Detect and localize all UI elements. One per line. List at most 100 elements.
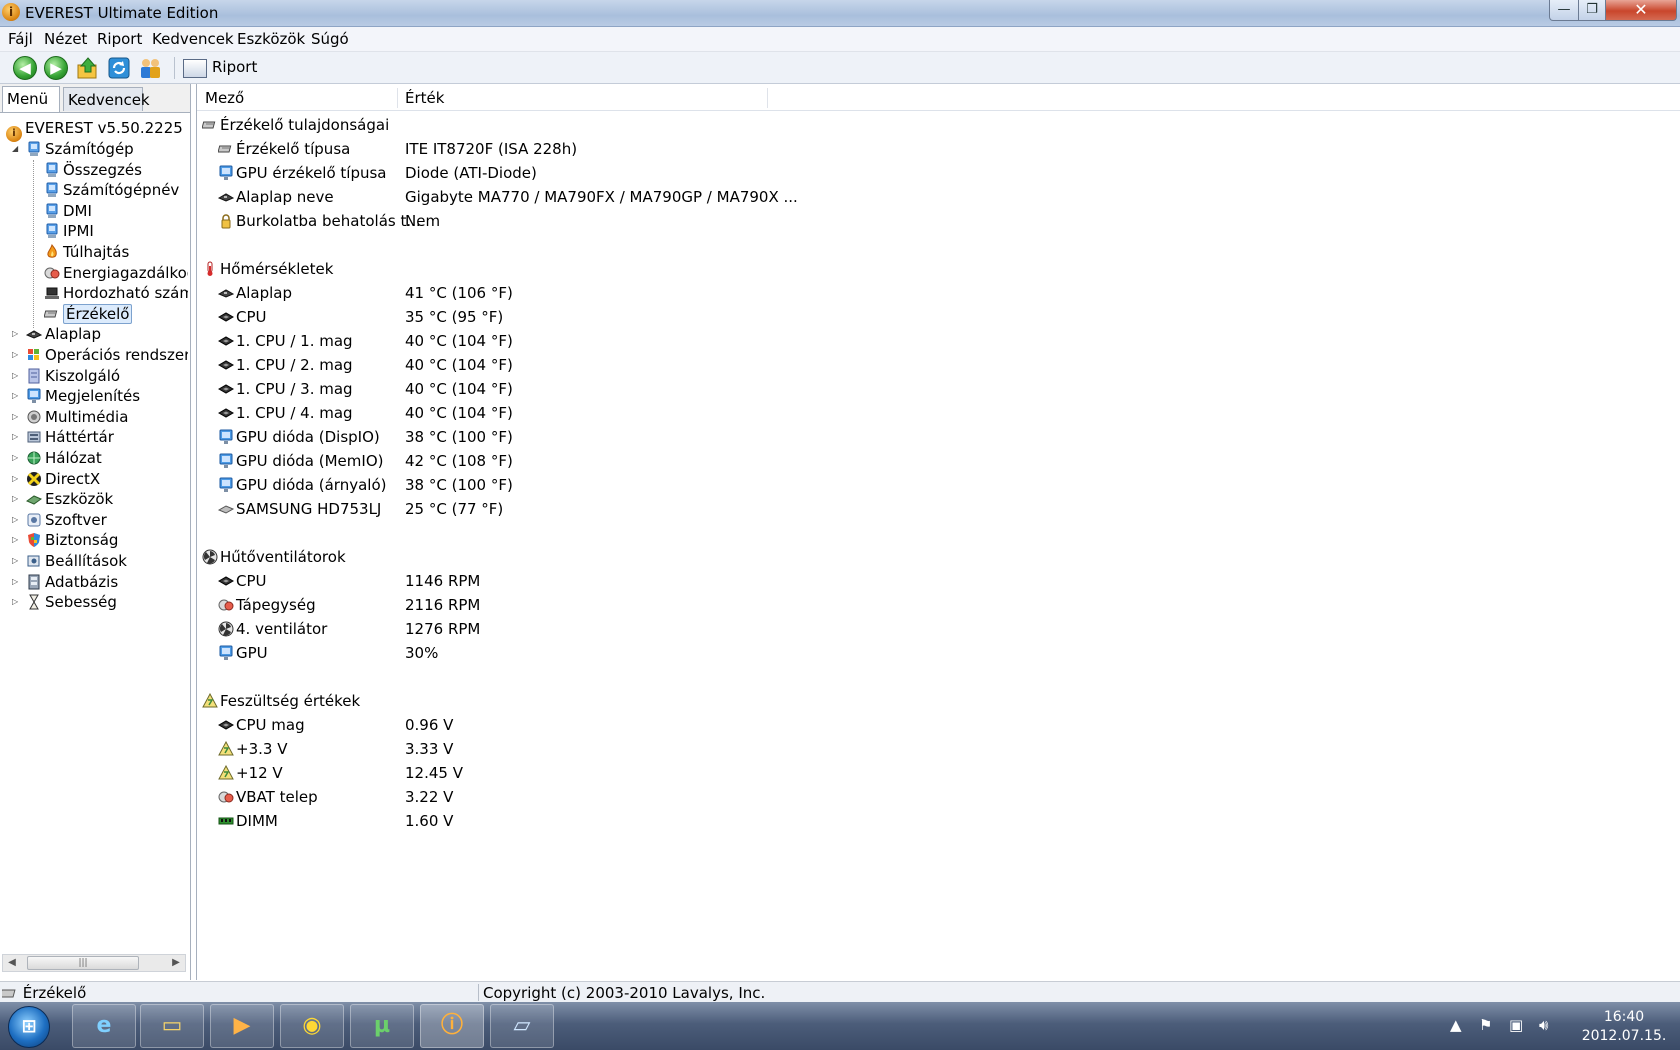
tree-expand-icon[interactable]: ▷ [12, 351, 20, 359]
detail-row[interactable]: Burkolatba behatolás t... Nem [218, 210, 938, 232]
tree-item-22[interactable]: Adatbázis [26, 572, 118, 593]
column-divider[interactable] [767, 88, 768, 108]
tree-item-14[interactable]: Multimédia [26, 407, 128, 428]
tab-favorites[interactable]: Kedvencek [63, 87, 150, 111]
detail-row[interactable]: GPU 30% [218, 642, 938, 664]
detail-row[interactable]: Tápegység 2116 RPM [218, 594, 938, 616]
tree-item-2[interactable]: Összegzés [44, 160, 142, 181]
tree-expand-icon[interactable]: ▷ [12, 474, 20, 483]
start-button[interactable]: ⊞ [8, 1006, 50, 1048]
detail-row[interactable]: +12 V 12.45 V [218, 762, 938, 784]
taskbar-clock[interactable]: 16:40 2012.07.15. [1574, 1008, 1674, 1046]
column-value[interactable]: Érték [405, 89, 444, 107]
section-header[interactable]: Hűtőventilátorok [202, 546, 346, 568]
tree-expand-icon[interactable]: ▷ [12, 536, 20, 544]
tree-item-15[interactable]: Háttértár [26, 427, 114, 448]
tree-root[interactable]: iEVEREST v5.50.2225 Beta [6, 118, 188, 142]
tree-horizontal-scrollbar[interactable]: ◀ ||| ▶ [2, 954, 186, 972]
tree-item-16[interactable]: Hálózat [26, 448, 102, 469]
scrollbar-thumb[interactable]: ||| [27, 956, 139, 970]
tree-item-4[interactable]: DMI [44, 201, 92, 222]
tree-item-18[interactable]: Eszközök [25, 489, 113, 510]
tree-expand-icon[interactable]: ▷ [12, 577, 20, 586]
detail-row[interactable]: Érzékelő típusa ITE IT8720F (ISA 228h) [217, 138, 938, 160]
tree-item-7[interactable]: Energiagazdálkodás [44, 263, 188, 284]
menu-tools[interactable]: Eszközök [237, 30, 305, 48]
detail-row[interactable]: SAMSUNG HD753LJ 25 °C (77 °F) [217, 498, 938, 520]
menu-help[interactable]: Súgó [311, 30, 349, 48]
tree-item-13[interactable]: Megjelenítés [26, 386, 140, 407]
network-tray-icon[interactable]: ▣ [1509, 1016, 1523, 1034]
tree-expand-icon[interactable]: ▷ [12, 371, 20, 380]
section-header[interactable]: Érzékelő tulajdonságai [201, 114, 389, 136]
detail-row[interactable]: 1. CPU / 2. mag 40 °C (104 °F) [217, 354, 938, 376]
detail-row[interactable]: 1. CPU / 3. mag 40 °C (104 °F) [217, 378, 938, 400]
tree-item-21[interactable]: Beállítások [26, 551, 127, 572]
tree-item-19[interactable]: Szoftver [26, 510, 107, 531]
tree-item-12[interactable]: Kiszolgáló [26, 366, 120, 387]
scroll-left-icon[interactable]: ◀ [5, 956, 19, 970]
detail-row[interactable]: 4. ventilátor 1276 RPM [218, 618, 938, 640]
tree-expand-icon[interactable]: ▷ [12, 433, 20, 441]
column-field[interactable]: Mező [205, 89, 244, 107]
tree-expand-icon[interactable]: ▷ [12, 598, 20, 606]
detail-row[interactable]: GPU érzékelő típusa Diode (ATI-Diode) [218, 162, 938, 184]
taskbar-utorrent[interactable]: µ [350, 1004, 414, 1048]
tree-expand-icon[interactable]: ▷ [12, 330, 20, 338]
tree-item-8[interactable]: Hordozható számítógép [44, 283, 188, 304]
column-divider[interactable] [397, 88, 398, 108]
tab-menu[interactable]: Menü [2, 86, 60, 112]
taskbar-everest[interactable]: ⓘ [420, 1004, 484, 1048]
tree-item-23[interactable]: Sebesség [26, 592, 117, 613]
menu-favorites[interactable]: Kedvencek [152, 30, 234, 48]
section-header[interactable]: Feszültség értékek [202, 690, 360, 712]
tree-item-20[interactable]: Biztonság [26, 530, 118, 551]
tree-item-17[interactable]: DirectX [26, 469, 100, 490]
menu-view[interactable]: Nézet [44, 30, 87, 48]
tree-expand-icon[interactable]: ▷ [12, 454, 20, 462]
close-button[interactable]: ✕ [1605, 0, 1677, 21]
tree-item-9[interactable]: Érzékelő [43, 303, 133, 325]
scroll-right-icon[interactable]: ▶ [169, 956, 183, 970]
tree-expand-icon[interactable]: ▷ [12, 557, 20, 565]
tree-item-1[interactable]: Számítógép [26, 139, 134, 160]
tree-item-10[interactable]: Alaplap [25, 324, 101, 345]
minimize-button[interactable]: — [1549, 0, 1579, 21]
section-header[interactable]: Hőmérsékletek [202, 258, 333, 280]
app-info-icon[interactable]: i [2, 3, 20, 21]
taskbar-media-player[interactable]: ▶ [210, 1004, 274, 1048]
volume-icon[interactable]: 🔊︎ [1539, 1016, 1548, 1034]
taskbar-explorer[interactable]: ▭ [140, 1004, 204, 1048]
back-button[interactable]: ◀ [13, 56, 37, 80]
detail-row[interactable]: CPU mag 0.96 V [217, 714, 938, 736]
tree-item-6[interactable]: Túlhajtás [44, 242, 129, 263]
detail-row[interactable]: Alaplap 41 °C (106 °F) [217, 282, 938, 304]
tree-expand-icon[interactable]: ▷ [12, 412, 20, 421]
detail-row[interactable]: GPU dióda (MemIO) 42 °C (108 °F) [218, 450, 938, 472]
tree-expand-icon[interactable]: ▷ [12, 495, 20, 503]
tree-item-11[interactable]: Operációs rendszer [26, 345, 188, 366]
detail-row[interactable]: DIMM 1.60 V [218, 810, 938, 832]
detail-row[interactable]: CPU 35 °C (95 °F) [217, 306, 938, 328]
maximize-button[interactable]: ❐ [1578, 0, 1606, 21]
tree-item-3[interactable]: Számítógépnév [44, 180, 179, 201]
tree-collapse-icon[interactable]: ◢ [12, 145, 20, 153]
detail-row[interactable]: GPU dióda (DispIO) 38 °C (100 °F) [218, 426, 938, 448]
refresh-button[interactable] [107, 56, 131, 80]
menu-file[interactable]: Fájl [8, 30, 33, 48]
detail-row[interactable]: +3.3 V 3.33 V [218, 738, 938, 760]
tree-expand-icon[interactable]: ▷ [12, 392, 20, 400]
users-button[interactable] [138, 56, 162, 80]
forward-button[interactable]: ▶ [44, 56, 68, 80]
menu-report[interactable]: Riport [97, 30, 142, 48]
action-center-flag-icon[interactable]: ⚑ [1479, 1016, 1492, 1034]
detail-row[interactable]: Alaplap neve Gigabyte MA770 / MA790FX / M… [217, 186, 938, 208]
detail-row[interactable]: CPU 1146 RPM [217, 570, 938, 592]
detail-row[interactable]: VBAT telep 3.22 V [218, 786, 938, 808]
taskbar-ie[interactable]: e [72, 1004, 136, 1048]
taskbar-app[interactable]: ▱ [490, 1004, 554, 1048]
detail-row[interactable]: GPU dióda (árnyaló) 38 °C (100 °F) [218, 474, 938, 496]
show-hidden-icons[interactable]: ▲ [1450, 1016, 1462, 1034]
detail-row[interactable]: 1. CPU / 4. mag 40 °C (104 °F) [217, 402, 938, 424]
tree-expand-icon[interactable]: ▷ [12, 515, 20, 524]
